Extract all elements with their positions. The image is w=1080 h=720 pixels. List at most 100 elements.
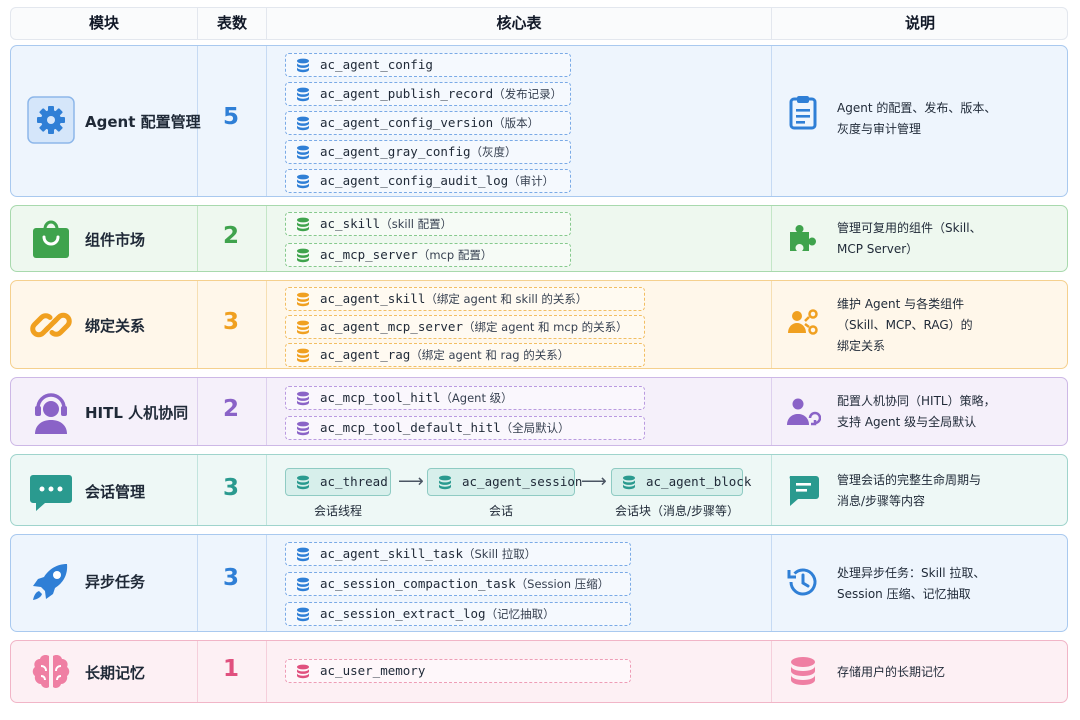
table-chip: ac_session_extract_log（记忆抽取） <box>285 602 631 626</box>
database-icon <box>297 320 309 335</box>
flow-node-block: ac_agent_block <box>611 468 751 496</box>
database-icon <box>297 248 309 263</box>
module-name: 绑定关系 <box>85 317 146 335</box>
brain-icon <box>27 648 75 696</box>
table-chip: ac_user_memory <box>285 659 631 683</box>
desc-line: 维护 Agent 与各类组件 <box>837 297 965 311</box>
module-name: 会话管理 <box>85 483 146 501</box>
desc-line: MCP Server） <box>837 242 919 256</box>
table-name: ac_agent_skill <box>320 291 426 306</box>
arrow-right-icon: ⟶ <box>581 471 607 492</box>
desc-line: （Skill、MCP、RAG）的 <box>837 318 973 332</box>
table-name: ac_agent_mcp_server <box>320 319 463 334</box>
table-name: ac_agent_block <box>646 474 752 489</box>
table-header: 模块 表数 核心表 说明 <box>10 7 1068 40</box>
table-note: （skill 配置） <box>380 217 453 231</box>
table-note: （版本） <box>493 116 540 130</box>
headset-user-icon <box>27 388 75 436</box>
arrow-right-icon: ⟶ <box>398 471 424 492</box>
table-chip: ac_mcp_tool_hitl（Agent 级） <box>285 386 645 410</box>
description: 存储用户的长期记忆 <box>837 662 1037 683</box>
table-note: （审计） <box>508 174 555 188</box>
history-icon <box>785 564 821 600</box>
database-icon <box>297 391 309 406</box>
table-note: （Agent 级） <box>440 391 513 405</box>
table-chip: ac_skill（skill 配置） <box>285 212 571 236</box>
desc-line: 灰度与审计管理 <box>837 122 922 136</box>
table-chip: ac_agent_config_audit_log（审计） <box>285 169 571 193</box>
database-icon <box>297 475 309 490</box>
table-chip: ac_agent_gray_config（灰度） <box>285 140 571 164</box>
table-note: （发布记录） <box>493 87 563 101</box>
database-icon <box>297 607 309 622</box>
table-count: 3 <box>222 565 239 591</box>
table-name: ac_agent_gray_config <box>320 144 471 159</box>
database-icon <box>297 58 309 73</box>
database-icon <box>297 664 309 679</box>
description: 管理可复用的组件（Skill、 MCP Server） <box>837 218 1037 260</box>
table-chip: ac_agent_rag（绑定 agent 和 rag 的关系） <box>285 343 645 367</box>
desc-line: 支持 Agent 级与全局默认 <box>837 415 977 429</box>
row-binding: 绑定关系 3 ac_agent_skill（绑定 agent 和 skill 的… <box>10 280 1068 369</box>
desc-line: 管理会话的完整生命周期与 <box>837 473 982 487</box>
table-count: 2 <box>222 223 239 249</box>
table-name: ac_user_memory <box>320 663 426 678</box>
rocket-icon <box>27 558 75 606</box>
database-icon <box>297 116 309 131</box>
table-name: ac_mcp_tool_default_hitl <box>320 420 501 435</box>
row-component-market: 组件市场 2 ac_skill（skill 配置） ac_mcp_server（… <box>10 205 1068 272</box>
desc-line: 存储用户的长期记忆 <box>837 665 946 679</box>
puzzle-icon <box>785 221 821 257</box>
table-count: 3 <box>222 309 239 335</box>
table-chip: ac_agent_skill_task（Skill 拉取） <box>285 542 631 566</box>
clipboard-icon <box>785 94 821 130</box>
desc-line: 处理异步任务：Skill 拉取、 <box>837 566 986 580</box>
database-icon <box>297 547 309 562</box>
table-name: ac_session_extract_log <box>320 606 486 621</box>
table-note: （Skill 拉取） <box>463 547 537 561</box>
table-name: ac_mcp_server <box>320 247 418 262</box>
flow-node-session: ac_agent_session <box>427 468 582 496</box>
module-name: 组件市场 <box>85 231 146 249</box>
flow-label: 会话线程 <box>313 504 362 518</box>
users-link-icon <box>785 305 821 341</box>
module-name: 异步任务 <box>85 573 146 591</box>
desc-line: 绑定关系 <box>837 339 886 353</box>
link-icon <box>27 301 75 349</box>
table-note: （Session 压缩） <box>515 577 610 591</box>
database-icon <box>439 475 451 490</box>
table-count: 2 <box>222 396 239 422</box>
table-name: ac_agent_rag <box>320 347 411 362</box>
table-chip: ac_agent_skill（绑定 agent 和 skill 的关系） <box>285 287 645 311</box>
shopping-bag-icon <box>27 215 75 263</box>
row-long-term-memory: 长期记忆 1 ac_user_memory 存储用户的长期记忆 <box>10 640 1068 703</box>
table-name: ac_thread <box>320 474 388 489</box>
table-chip: ac_session_compaction_task（Session 压缩） <box>285 572 631 596</box>
user-sync-icon <box>785 394 821 430</box>
header-module: 模块 <box>88 14 119 32</box>
module-name: 长期记忆 <box>85 664 146 682</box>
module-name: HITL 人机协同 <box>85 404 189 422</box>
desc-line: Session 压缩、记忆抽取 <box>837 587 971 601</box>
desc-line: Agent 的配置、发布、版本、 <box>837 101 997 115</box>
table-name: ac_mcp_tool_hitl <box>320 390 441 405</box>
table-name: ac_agent_publish_record <box>320 86 494 101</box>
database-icon <box>297 87 309 102</box>
flow-label: 会话块（消息/步骤等） <box>614 504 740 518</box>
table-count: 1 <box>222 656 239 682</box>
table-note: （mcp 配置） <box>417 248 493 262</box>
row-hitl: HITL 人机协同 2 ac_mcp_tool_hitl（Agent 级） ac… <box>10 377 1068 446</box>
desc-line: 配置人机协同（HITL）策略， <box>837 394 996 408</box>
database-icon <box>297 577 309 592</box>
database-icon <box>623 475 635 490</box>
gear-icon <box>27 96 75 144</box>
table-name: ac_agent_config <box>320 57 433 72</box>
database-icon <box>297 292 309 307</box>
row-session: 会话管理 3 ac_thread ⟶ ac_agent_session ⟶ ac… <box>10 454 1068 526</box>
database-icon <box>297 348 309 363</box>
table-note: （绑定 agent 和 rag 的关系） <box>410 348 570 362</box>
description: 处理异步任务：Skill 拉取、 Session 压缩、记忆抽取 <box>837 563 1037 605</box>
table-chip: ac_mcp_server（mcp 配置） <box>285 243 571 267</box>
chat-icon <box>27 467 75 515</box>
row-async-task: 异步任务 3 ac_agent_skill_task（Skill 拉取） ac_… <box>10 534 1068 632</box>
